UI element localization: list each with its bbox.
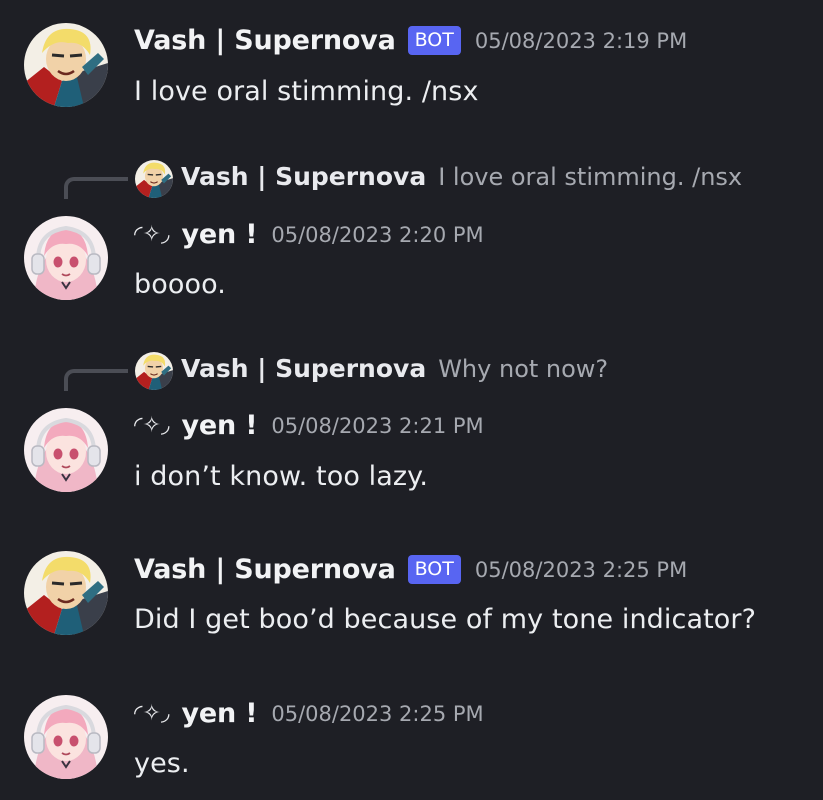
author-decoration: ◜✧◞ — [134, 413, 170, 438]
message-text: i don’t know. too lazy. — [134, 461, 429, 492]
reply-author: Vash | Supernova — [181, 354, 427, 383]
yen-avatar[interactable] — [24, 695, 108, 779]
author-decoration: ◜✧◞ — [134, 222, 170, 247]
reply-avatar — [135, 352, 173, 390]
vash-avatar[interactable] — [24, 23, 108, 107]
message-header: Vash | Supernova BOT 05/08/2023 2:25 PM — [134, 554, 687, 585]
bot-tag: BOT — [407, 555, 461, 584]
message-text: Did I get boo’d because of my tone indic… — [134, 604, 757, 635]
yen-avatar[interactable] — [24, 216, 108, 300]
reply-spine — [64, 369, 128, 391]
author-name[interactable]: Vash | Supernova — [134, 554, 396, 585]
reply-author: Vash | Supernova — [181, 162, 427, 191]
user-avatar-icon — [24, 216, 108, 300]
message-header: ◜✧◞ yen ! 05/08/2023 2:21 PM — [134, 410, 484, 441]
message-text: yes. — [134, 748, 190, 779]
timestamp: 05/08/2023 2:21 PM — [271, 413, 484, 438]
vash-avatar[interactable] — [24, 551, 108, 635]
timestamp: 05/08/2023 2:25 PM — [474, 557, 688, 582]
timestamp: 05/08/2023 2:25 PM — [271, 701, 484, 726]
timestamp: 05/08/2023 2:20 PM — [271, 222, 484, 247]
bot-avatar-icon — [135, 160, 173, 198]
user-avatar-icon — [24, 695, 108, 779]
message-header: ◜✧◞ yen ! 05/08/2023 2:20 PM — [134, 219, 484, 250]
message-text: I love oral stimming. /nsx — [134, 76, 479, 107]
author-decoration: ◜✧◞ — [134, 701, 170, 726]
author-name[interactable]: yen ! — [181, 698, 257, 729]
message-header: ◜✧◞ yen ! 05/08/2023 2:25 PM — [134, 698, 484, 729]
message-text: boooo. — [134, 269, 226, 300]
reply-spine — [64, 177, 128, 199]
reply-avatar — [135, 160, 173, 198]
bot-avatar-icon — [135, 352, 173, 390]
bot-avatar-icon — [24, 23, 108, 107]
author-name[interactable]: yen ! — [181, 410, 257, 441]
reply-preview-2[interactable]: Vash | Supernova Why not now? — [0, 350, 823, 391]
timestamp: 05/08/2023 2:19 PM — [474, 28, 688, 53]
yen-avatar[interactable] — [24, 408, 108, 492]
author-name[interactable]: yen ! — [181, 219, 257, 250]
reply-text: I love oral stimming. /nsx — [438, 163, 743, 191]
reply-text: Why not now? — [438, 355, 609, 383]
reply-preview-1[interactable]: Vash | Supernova I love oral stimming. /… — [0, 158, 823, 199]
user-avatar-icon — [24, 408, 108, 492]
author-name[interactable]: Vash | Supernova — [134, 25, 396, 56]
bot-tag: BOT — [407, 26, 461, 55]
bot-avatar-icon — [24, 551, 108, 635]
message-header: Vash | Supernova BOT 05/08/2023 2:19 PM — [134, 25, 687, 56]
